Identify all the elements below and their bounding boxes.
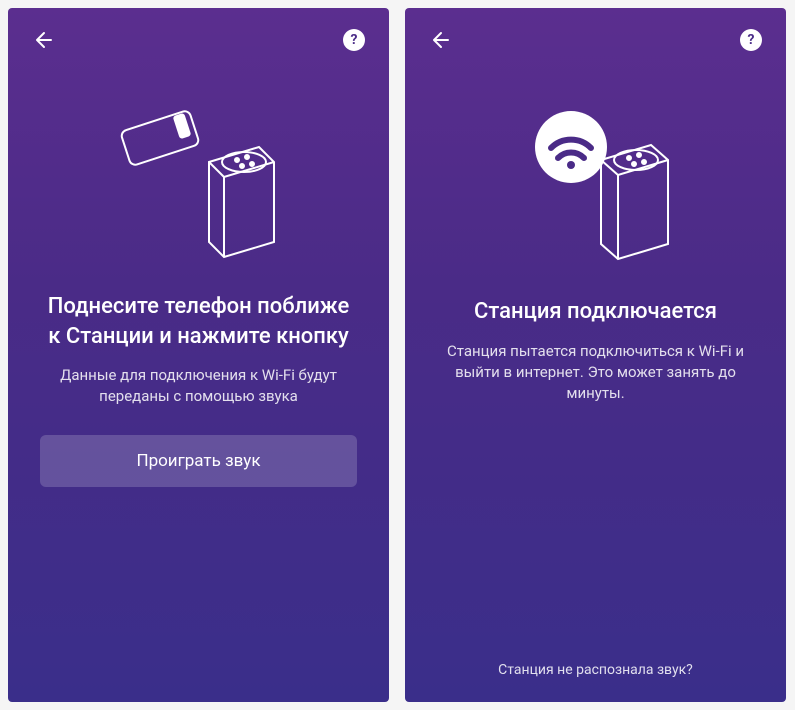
header: ? [405, 8, 786, 72]
screen-description: Станция пытается подключиться к Wi-Fi и … [437, 341, 754, 404]
arrow-left-icon [32, 28, 56, 52]
illustration-phone-speaker [8, 72, 389, 292]
wifi-speaker-icon [496, 92, 696, 267]
header: ? [8, 8, 389, 72]
arrow-left-icon [429, 28, 453, 52]
screen-title: Станция подключается [437, 297, 754, 327]
play-sound-button[interactable]: Проиграть звук [40, 435, 357, 487]
screen-title: Поднесите телефон поближе к Станции и на… [40, 292, 357, 351]
help-button[interactable]: ? [740, 29, 762, 51]
setup-screen-connecting: ? Станция подключаетс [405, 8, 786, 702]
illustration-wifi-speaker [405, 72, 786, 297]
back-button[interactable] [429, 28, 453, 52]
screen-description: Данные для подключения к Wi-Fi будут пер… [40, 365, 357, 407]
help-button[interactable]: ? [343, 29, 365, 51]
content-area: Поднесите телефон поближе к Станции и на… [8, 292, 389, 702]
back-button[interactable] [32, 28, 56, 52]
phone-speaker-icon [99, 92, 299, 262]
setup-screen-play-sound: ? Поднесите телефон поближ [8, 8, 389, 702]
content-area: Станция подключается Станция пытается по… [405, 297, 786, 638]
help-icon: ? [748, 32, 755, 48]
sound-not-recognized-link[interactable]: Станция не распознала звук? [405, 638, 786, 702]
help-icon: ? [351, 32, 358, 48]
